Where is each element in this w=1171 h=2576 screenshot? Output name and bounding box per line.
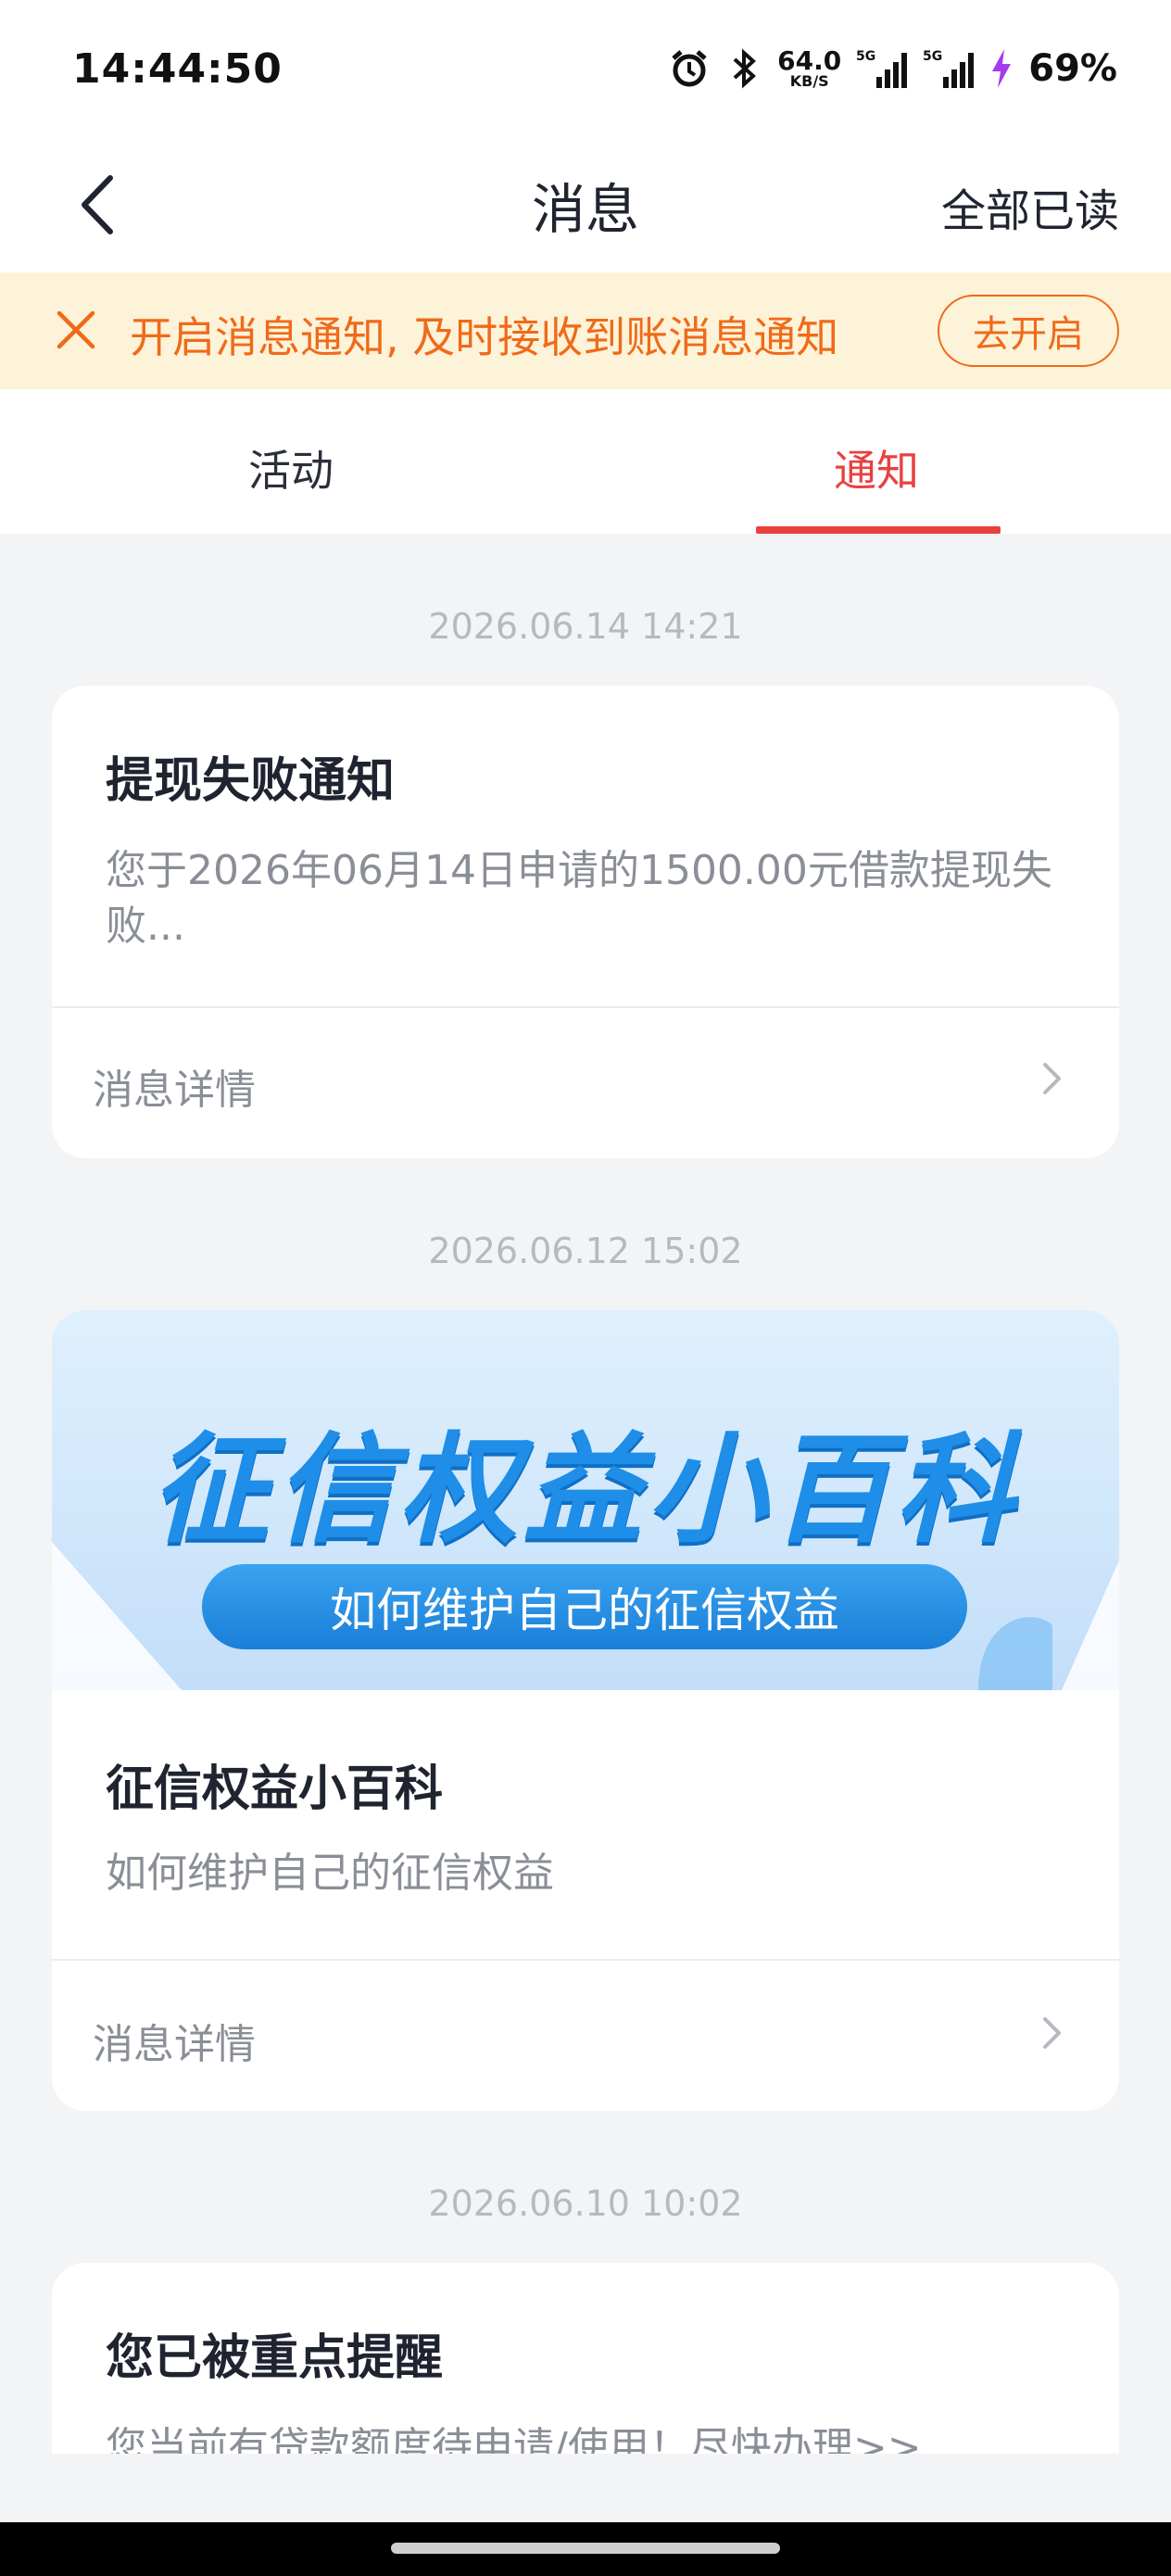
net-speed-unit: KB/S	[789, 72, 829, 90]
message-title: 提现失败通知	[106, 753, 396, 809]
content-clip	[0, 2454, 1171, 2522]
card-divider	[52, 1006, 1119, 1008]
card-divider	[52, 1959, 1119, 1961]
tab-bar: 活动 通知	[0, 389, 1171, 534]
banner-text: 开启消息通知, 及时接收到账消息通知	[130, 312, 839, 362]
svg-text:5G: 5G	[856, 49, 875, 64]
mark-all-read-button[interactable]: 全部已读	[941, 174, 1119, 239]
net-speed-value: 64.0	[777, 45, 842, 76]
message-title: 您已被重点提醒	[106, 2330, 444, 2386]
message-timestamp: 2026.06.14 14:21	[428, 606, 743, 647]
message-timestamp: 2026.06.10 10:02	[428, 2183, 743, 2224]
message-body: 如何维护自己的征信权益	[106, 1850, 554, 1897]
promo-image: 征信权益小百科 如何维护自己的征信权益	[52, 1310, 1119, 1690]
tab-notifications[interactable]: 通知	[834, 437, 919, 499]
message-card[interactable]: 征信权益小百科 如何维护自己的征信权益 征信权益小百科 如何维护自己的征信权益 …	[52, 1310, 1119, 2111]
charging-icon	[989, 47, 1014, 90]
message-detail-link[interactable]: 消息详情	[93, 2011, 256, 2070]
chevron-right-icon	[1034, 2014, 1071, 2052]
message-title: 征信权益小百科	[106, 1762, 444, 1817]
message-timestamp: 2026.06.12 15:02	[428, 1231, 743, 1271]
tab-activity[interactable]: 活动	[248, 437, 334, 499]
messages-screen: 14:44:50 64.0 KB/S 5G 5G 69% 消息 全部已读 开启消…	[0, 0, 1171, 2576]
net-speed: 64.0 KB/S	[777, 48, 841, 89]
status-icons: 64.0 KB/S 5G 5G 69%	[668, 47, 1117, 90]
message-card[interactable]: 提现失败通知 您于2026年06月14日申请的1500.00元借款提现失败...…	[52, 686, 1119, 1158]
home-indicator[interactable]	[391, 2543, 780, 2554]
battery-percent: 69%	[1028, 47, 1117, 90]
notification-permission-banner: 开启消息通知, 及时接收到账消息通知 去开启	[0, 272, 1171, 389]
alarm-icon	[668, 47, 711, 90]
message-detail-link[interactable]: 消息详情	[93, 1056, 256, 1116]
close-icon	[57, 310, 95, 349]
back-button[interactable]	[65, 172, 130, 237]
enable-notifications-button[interactable]: 去开启	[938, 295, 1119, 367]
status-time: 14:44:50	[72, 44, 283, 93]
active-tab-indicator	[756, 526, 1001, 534]
chevron-left-icon	[82, 175, 113, 234]
nav-header: 消息 全部已读	[0, 137, 1171, 272]
signal-icon: 5G	[923, 47, 975, 90]
svg-text:5G: 5G	[923, 49, 942, 64]
signal-icon: 5G	[856, 47, 908, 90]
promo-title: 征信权益小百科	[150, 1421, 1020, 1559]
banner-close-button[interactable]	[46, 300, 106, 360]
chevron-right-icon	[1034, 1060, 1071, 1097]
promo-subtitle: 如何维护自己的征信权益	[202, 1564, 967, 1649]
status-bar: 14:44:50 64.0 KB/S 5G 5G 69%	[0, 0, 1171, 137]
bluetooth-icon	[725, 47, 762, 90]
message-body: 您于2026年06月14日申请的1500.00元借款提现失败...	[106, 847, 1052, 950]
